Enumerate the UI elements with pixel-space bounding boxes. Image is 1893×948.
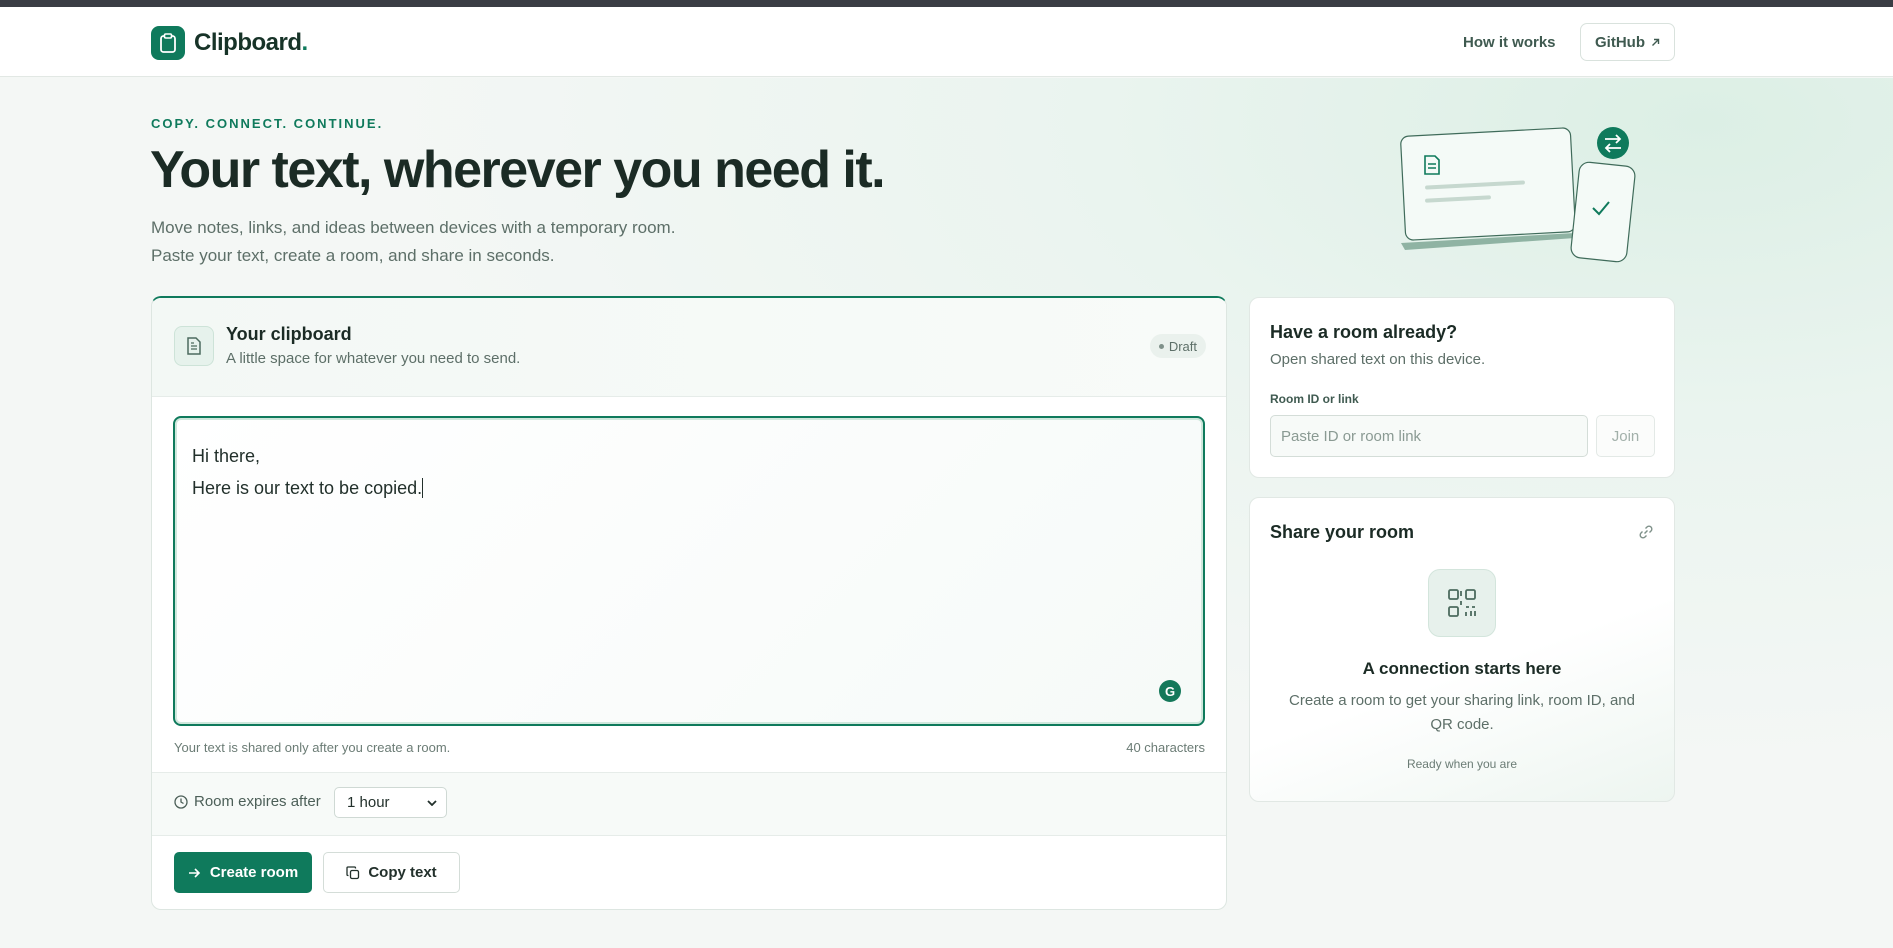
share-heading: A connection starts here bbox=[1362, 659, 1562, 678]
text-caret bbox=[422, 478, 424, 498]
clipboard-subtitle: A little space for whatever you need to … bbox=[226, 350, 521, 367]
expiry-select-value: 1 hour bbox=[347, 794, 390, 811]
clipboard-card-header: Your clipboard A little space for whatev… bbox=[152, 298, 1226, 397]
page-title: Your text, wherever you need it. bbox=[150, 141, 886, 199]
arrow-right-icon bbox=[188, 867, 200, 878]
qr-code-icon bbox=[1448, 589, 1476, 617]
copy-text-label: Copy text bbox=[368, 864, 437, 881]
join-button[interactable]: Join bbox=[1596, 415, 1655, 457]
share-ready-text: Ready when you are bbox=[1406, 757, 1518, 771]
clock-icon bbox=[174, 794, 188, 809]
browser-top-bar bbox=[0, 0, 1893, 7]
clipboard-title: Your clipboard bbox=[226, 324, 352, 344]
link-icon[interactable] bbox=[1638, 524, 1654, 540]
document-icon bbox=[174, 326, 214, 366]
join-room-card: Have a room already? Open shared text on… bbox=[1249, 297, 1675, 478]
status-badge: Draft bbox=[1149, 334, 1206, 358]
brand-logo[interactable]: Clipboard. bbox=[151, 26, 308, 60]
create-room-label: Create room bbox=[209, 864, 299, 881]
share-title: Share your room bbox=[1270, 522, 1415, 542]
join-subtitle: Open shared text on this device. bbox=[1270, 351, 1486, 368]
clipboard-logo-icon bbox=[151, 26, 185, 60]
expiry-row: Room expires after 1 hour bbox=[152, 772, 1226, 836]
github-label: GitHub bbox=[1595, 33, 1645, 51]
clipboard-card: Your clipboard A little space for whatev… bbox=[151, 296, 1227, 910]
expiry-label: Room expires after bbox=[174, 793, 321, 810]
hero-eyebrow: COPY. CONNECT. CONTINUE. bbox=[151, 116, 384, 131]
brand-dot: . bbox=[301, 29, 309, 56]
clipboard-text: Hi there, Here is our text to be copied. bbox=[192, 440, 424, 504]
clipboard-textarea[interactable]: Hi there, Here is our text to be copied.… bbox=[173, 416, 1205, 726]
hero-subtitle-line2: Paste your text, create a room, and shar… bbox=[151, 246, 555, 265]
create-room-button[interactable]: Create room bbox=[174, 852, 312, 893]
clipboard-text-line: Here is our text to be copied. bbox=[192, 478, 423, 498]
copy-icon bbox=[346, 865, 360, 879]
share-description: Create a room to get your sharing link, … bbox=[1289, 692, 1635, 733]
status-dot-icon bbox=[1158, 343, 1164, 349]
how-it-works-link[interactable]: How it works bbox=[1463, 34, 1556, 51]
join-title: Have a room already? bbox=[1270, 322, 1458, 342]
status-badge-label: Draft bbox=[1168, 338, 1197, 354]
room-id-label: Room ID or link bbox=[1270, 392, 1359, 406]
chevron-down-icon bbox=[427, 799, 437, 806]
qr-code-placeholder bbox=[1428, 569, 1496, 637]
brand-name: Clipboard. bbox=[194, 29, 308, 57]
share-hint: Your text is shared only after you creat… bbox=[174, 740, 451, 755]
hero-subtitle-line1: Move notes, links, and ideas between dev… bbox=[151, 218, 676, 237]
github-button[interactable]: GitHub bbox=[1580, 23, 1675, 61]
expiry-select[interactable]: 1 hour bbox=[334, 787, 447, 818]
expiry-label-text: Room expires after bbox=[194, 793, 321, 810]
external-arrow-icon bbox=[1652, 38, 1660, 46]
grammarly-icon[interactable]: G bbox=[1159, 680, 1181, 702]
brand-text: Clipboard bbox=[194, 29, 302, 56]
share-room-card: Share your room A connection starts here… bbox=[1249, 497, 1675, 802]
clipboard-text-line: Hi there, bbox=[192, 446, 261, 466]
room-id-input[interactable]: Paste ID or room link bbox=[1270, 415, 1588, 457]
devices-illustration bbox=[1400, 127, 1636, 263]
copy-text-button[interactable]: Copy text bbox=[323, 852, 460, 893]
site-header: Clipboard. How it works GitHub bbox=[0, 7, 1893, 77]
character-count: 40 characters bbox=[1126, 740, 1205, 755]
